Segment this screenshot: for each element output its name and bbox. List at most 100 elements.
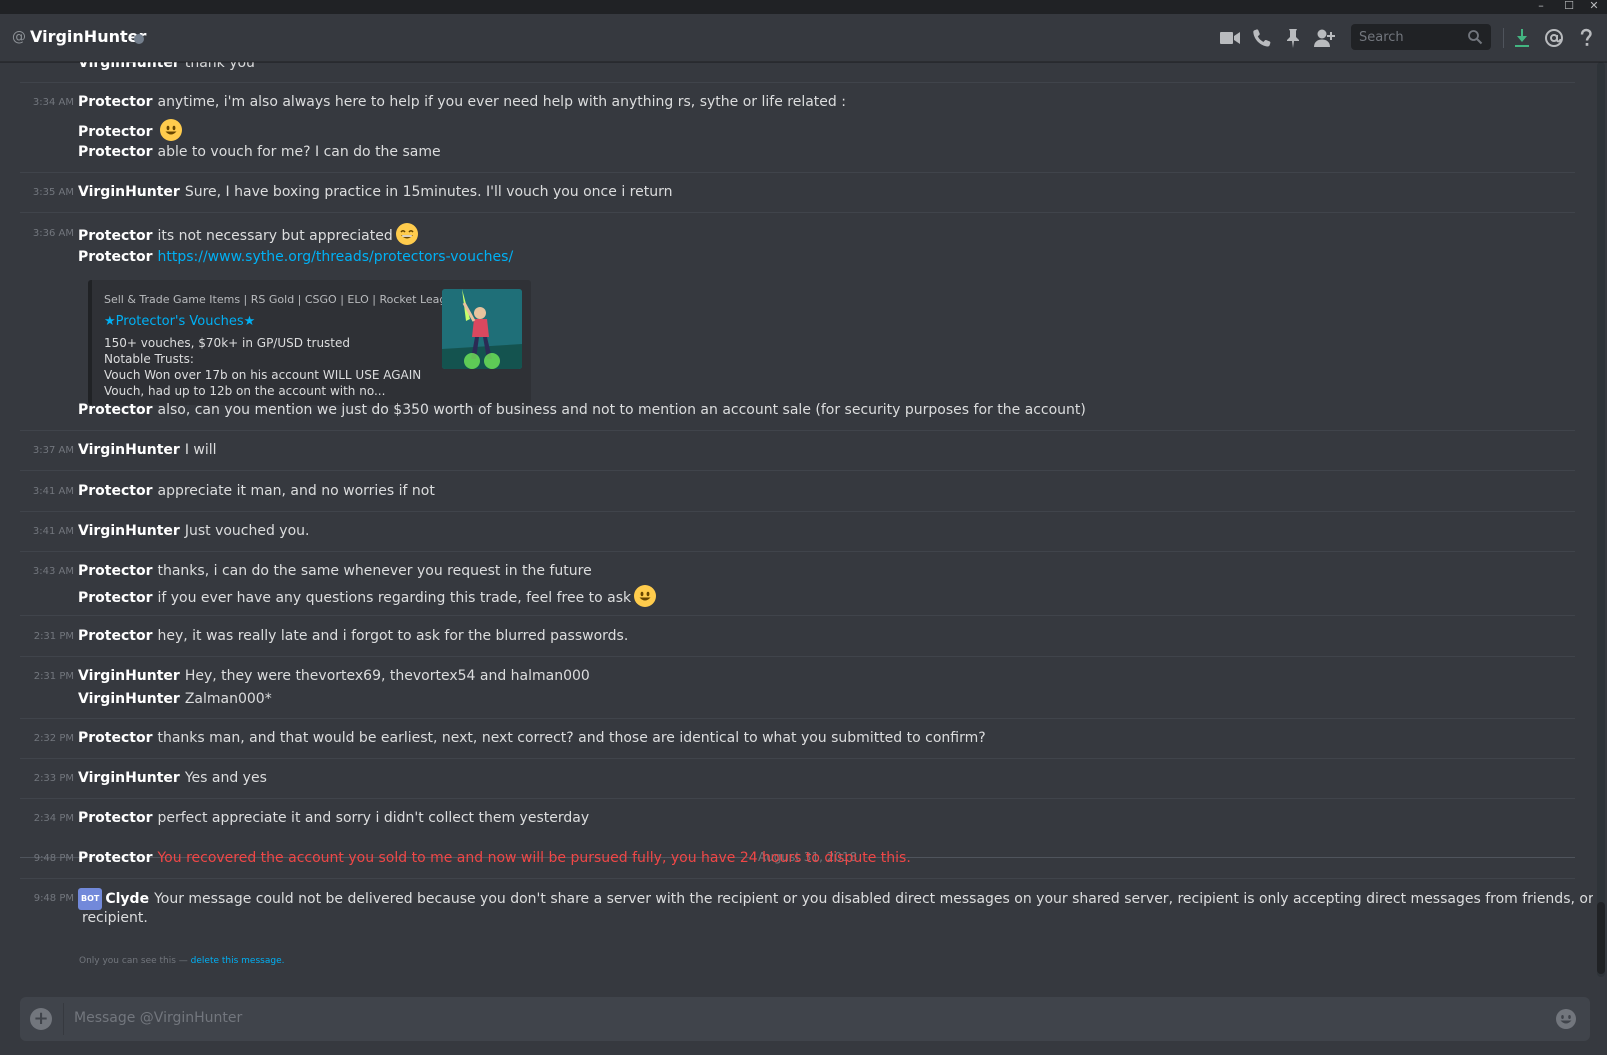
at-icon: @ [12,29,26,45]
message-author[interactable]: VirginHunter [78,523,180,539]
message-separator [20,511,1575,512]
message-author[interactable]: Protector [78,563,152,579]
search-placeholder: Search [1359,30,1404,45]
message-separator [20,656,1575,657]
message-author[interactable]: Protector [78,590,152,606]
offline-status-icon [134,34,144,44]
message-text: Sure, I have boxing practice in 15minute… [184,184,673,200]
embed-title[interactable]: ★Protector's Vouches★ [104,314,255,329]
message-author[interactable]: Protector [78,402,152,418]
close-window-button[interactable]: ✕ [1580,0,1607,14]
message-author[interactable]: Protector [78,483,152,499]
message-timestamp: 2:33 PM [33,773,74,784]
message-separator [20,798,1575,799]
message-author[interactable]: VirginHunter [78,184,180,200]
message-line: Protector its not necessary but appreciat… [78,223,418,246]
message-separator [20,470,1575,471]
message-separator [20,758,1575,759]
message-timestamp: 3:41 AM [32,486,74,497]
mentions-icon[interactable] [1542,26,1566,50]
message-text: Your message could not be delivered beca… [154,891,1593,907]
ephemeral-notice-text: Only you can see this — [79,956,191,966]
message-link[interactable]: https://www.sythe.org/threads/protectors… [157,249,513,265]
message-text: thanks man, and that would be earliest, … [157,730,986,746]
message-author[interactable]: Protector [78,249,152,265]
message-text: appreciate it man, and no worries if not [157,483,435,499]
pin-icon[interactable] [1281,26,1305,50]
channel-header: @ VirginHunter Search [0,14,1607,62]
message-text: anytime, i'm also always here to help if… [157,94,846,110]
scrollbar-track[interactable] [1597,62,1605,977]
message-text: Yes and yes [184,770,267,786]
message-line: Protector thanks, i can do the same whene… [78,561,592,581]
message-list[interactable]: VirginHunter thank you 3:34 AM Protector a… [0,62,1593,977]
voice-call-icon[interactable] [1250,26,1274,50]
message-timestamp: 3:34 AM [32,97,74,108]
embed-thumbnail-image[interactable] [442,289,522,369]
message-line: VirginHunter Zalman000* [78,689,272,709]
message-line: BOT Clyde Your message could not be delive… [78,888,1593,910]
minimize-button[interactable]: – [1527,0,1555,14]
message-line: VirginHunter Yes and yes [78,768,267,788]
add-friend-icon[interactable] [1312,26,1336,50]
message-timestamp: 2:34 PM [33,813,74,824]
smiley-emoji-icon [160,119,183,141]
message-line: VirginHunter Just vouched you. [78,521,309,541]
emoji-picker-icon[interactable] [1554,1007,1578,1031]
ephemeral-notice: Only you can see this — delete this mess… [79,956,284,966]
message-author[interactable]: Protector [78,94,152,110]
message-separator [20,615,1575,616]
message-author[interactable]: VirginHunter [78,668,180,684]
message-text: Zalman000* [184,691,272,707]
window-titlebar: – ☐ ✕ [0,0,1607,14]
message-author[interactable]: Protector [78,228,152,244]
message-text: its not necessary but appreciated [157,228,393,244]
video-call-icon[interactable] [1218,26,1242,50]
message-author[interactable]: Protector [78,810,152,826]
message-line: Protector perfect appreciate it and sorry… [78,808,589,828]
download-icon[interactable] [1510,26,1534,50]
message-author[interactable]: Protector [78,628,152,644]
message-line: VirginHunter I will [78,440,217,460]
message-timestamp: 9:48 PM [33,893,74,904]
message-author[interactable]: Protector [78,850,152,866]
message-text: hey, it was really late and i forgot to … [157,628,629,644]
upload-plus-icon[interactable]: + [30,1008,52,1030]
input-divider [63,1003,64,1035]
delete-message-link[interactable]: delete this message. [191,956,285,966]
message-line: Protector also, can you mention we just d… [78,400,1086,420]
message-timestamp: 3:37 AM [32,445,74,456]
maximize-button[interactable]: ☐ [1555,0,1583,14]
message-author[interactable]: VirginHunter [78,62,180,71]
message-separator [20,551,1575,552]
message-input[interactable]: Message @VirginHunter [74,1010,242,1026]
message-timestamp: 3:43 AM [32,566,74,577]
message-line: Protector able to vouch for me? I can do … [78,142,441,162]
help-icon[interactable] [1574,26,1598,50]
message-author[interactable]: VirginHunter [78,691,180,707]
search-input[interactable]: Search [1351,24,1491,50]
message-text: perfect appreciate it and sorry i didn't… [157,810,590,826]
message-line: Protector You recovered the account you s… [78,848,911,868]
message-author[interactable]: Protector [78,144,152,160]
message-separator [20,212,1575,213]
message-line-continued: recipient. [82,908,148,928]
smiley-emoji-icon [634,585,657,607]
message-author[interactable]: Clyde [105,891,149,907]
message-author[interactable]: VirginHunter [78,442,180,458]
message-line: Protector hey, it was really late and i f… [78,626,628,646]
message-text: Just vouched you. [184,523,310,539]
message-timestamp: 3:41 AM [32,526,74,537]
scrollbar-thumb[interactable] [1597,902,1605,974]
message-author[interactable]: Protector [78,730,152,746]
message-author[interactable]: VirginHunter [78,770,180,786]
message-line: Protector thanks man, and that would be e… [78,728,986,748]
grinning-emoji-icon [395,223,418,245]
embed-provider: Sell & Trade Game Items | RS Gold | CSGO… [104,293,461,306]
message-line: Protector if you ever have any questions … [78,585,657,608]
message-line: Protector https://www.sythe.org/threads/p… [78,247,513,267]
message-timestamp: 9:48 PM [33,853,74,864]
message-author[interactable]: Protector [78,124,152,140]
message-separator [20,82,1575,83]
message-line: Protector anytime, i'm also always here t… [78,92,846,112]
